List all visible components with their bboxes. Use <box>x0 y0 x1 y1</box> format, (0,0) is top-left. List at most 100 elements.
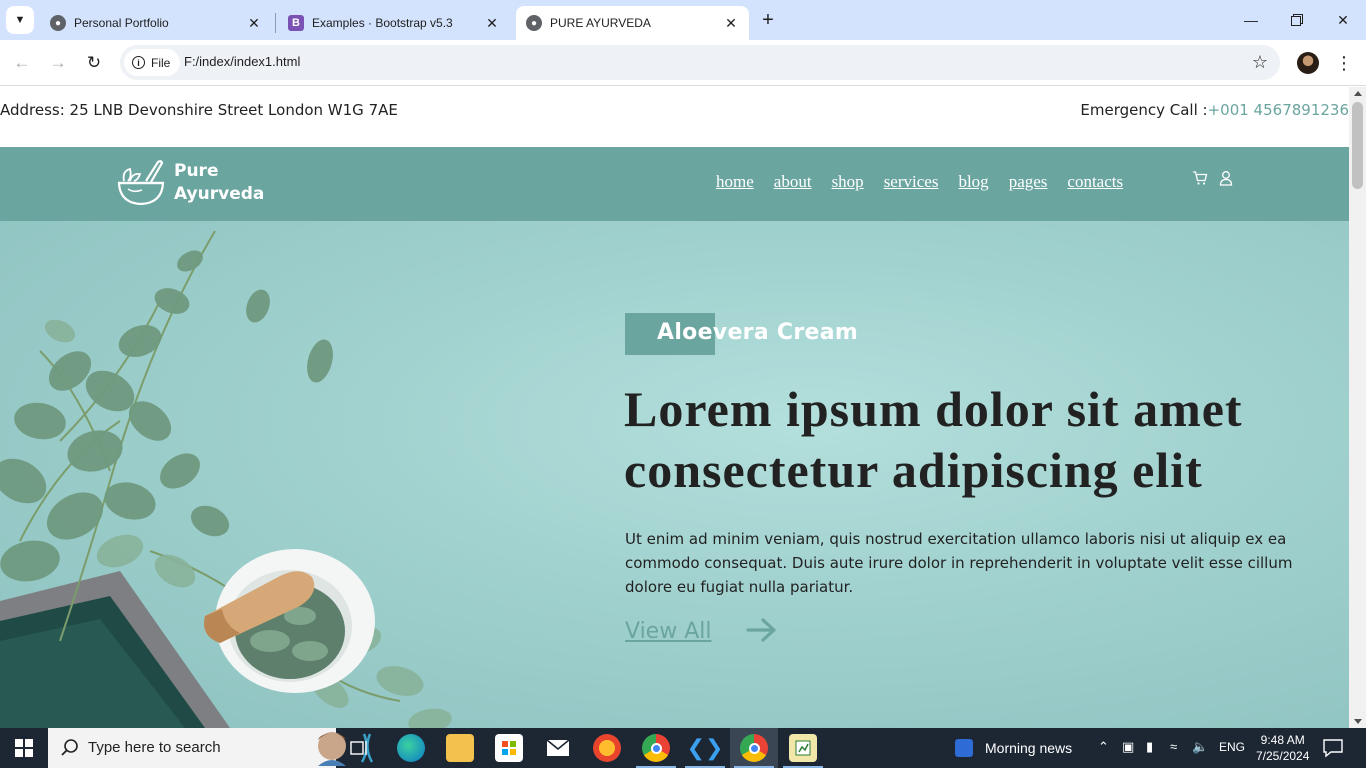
news-widget-icon[interactable] <box>955 739 973 757</box>
chrome-icon[interactable] <box>642 734 670 762</box>
tab-divider <box>275 13 276 33</box>
brand-line-2: Ayurveda <box>174 184 265 204</box>
notepad-icon[interactable] <box>789 734 817 762</box>
product-badge: Aloevera Cream <box>657 320 859 345</box>
browser-menu-icon[interactable]: ⋮ <box>1334 50 1354 76</box>
search-highlight-illustration <box>318 732 374 766</box>
nav-shop[interactable]: shop <box>832 172 864 192</box>
profile-avatar[interactable] <box>1297 52 1319 74</box>
back-button[interactable]: ← <box>8 49 36 77</box>
eucalyptus-mortar-image <box>0 230 452 728</box>
bookmark-star-icon[interactable]: ☆ <box>1252 52 1268 73</box>
system-clock[interactable]: 9:48 AM 7/25/2024 <box>1256 732 1309 764</box>
restore-icon <box>1291 14 1303 26</box>
restore-button[interactable] <box>1274 0 1320 40</box>
search-placeholder: Type here to search <box>88 739 221 756</box>
new-tab-button[interactable]: + <box>756 8 780 32</box>
battery-icon[interactable]: ▮ <box>1146 739 1153 755</box>
start-button[interactable] <box>0 728 48 768</box>
chrome-profile-icon[interactable] <box>740 734 768 762</box>
web-page: Address: 25 LNB Devonshire Street London… <box>0 87 1349 728</box>
emergency-label: Emergency Call : <box>1080 101 1208 119</box>
reload-icon: ↻ <box>86 53 102 72</box>
nav-blog[interactable]: blog <box>958 172 988 192</box>
taskbar-search-box[interactable]: Type here to search <box>48 728 374 768</box>
nav-contacts[interactable]: contacts <box>1067 172 1123 192</box>
close-icon[interactable]: ✕ <box>484 15 500 31</box>
close-icon: ✕ <box>1337 11 1349 28</box>
nav-about[interactable]: about <box>774 172 812 192</box>
nav-pages[interactable]: pages <box>1009 172 1048 192</box>
bootstrap-icon: B <box>288 15 304 31</box>
url-text[interactable]: F:/index/index1.html <box>184 54 300 69</box>
windows-taskbar: Type here to search ❮❯ Morning news ⌃ ▣ … <box>0 728 1366 768</box>
tab-pure-ayurveda[interactable]: ● PURE AYURVEDA ✕ <box>516 6 749 40</box>
minimize-icon: — <box>1244 12 1258 28</box>
nav-links: home about shop services blog pages cont… <box>716 172 1123 192</box>
cart-icon[interactable] <box>1192 169 1208 187</box>
tab-bootstrap-examples[interactable]: B Examples · Bootstrap v5.3 ✕ <box>278 6 510 40</box>
news-widget-text[interactable]: Morning news <box>985 740 1072 756</box>
tab-search-button[interactable]: ▼ <box>6 6 34 34</box>
info-icon: i <box>132 56 145 69</box>
file-explorer-icon[interactable] <box>446 734 474 762</box>
tab-title: Personal Portfolio <box>74 16 169 30</box>
site-info-chip[interactable]: i File <box>124 49 181 76</box>
hero-title: Lorem ipsum dolor sit amet consectetur a… <box>624 381 1243 498</box>
tab-title: Examples · Bootstrap v5.3 <box>312 16 453 30</box>
task-view-icon[interactable] <box>350 738 370 758</box>
tray-overflow-chevron-icon[interactable]: ⌃ <box>1098 739 1109 755</box>
tab-title: PURE AYURVEDA <box>550 16 651 30</box>
mortar-pestle-logo-icon[interactable] <box>116 159 166 207</box>
wifi-icon[interactable]: ≈ <box>1170 739 1177 754</box>
minimize-button[interactable]: — <box>1228 0 1274 40</box>
language-indicator[interactable]: ENG <box>1219 740 1245 754</box>
store-icon[interactable] <box>495 734 523 762</box>
top-info-bar: Address: 25 LNB Devonshire Street London… <box>0 87 1349 147</box>
volume-icon[interactable]: 🔈 <box>1192 739 1208 755</box>
search-icon <box>61 739 78 756</box>
brand-name[interactable]: Pure Ayurveda <box>174 160 264 206</box>
forward-button[interactable]: → <box>44 49 72 77</box>
close-icon[interactable]: ✕ <box>723 15 739 31</box>
firefox-icon[interactable] <box>593 734 621 762</box>
clock-time: 9:48 AM <box>1260 733 1305 747</box>
hero-description: Ut enim ad minim veniam, quis nostrud ex… <box>625 530 1293 596</box>
arrow-right-icon[interactable] <box>746 617 778 643</box>
scroll-up-arrow-icon[interactable] <box>1354 91 1362 96</box>
main-navbar: Pure Ayurveda home about shop services b… <box>0 147 1349 221</box>
vscode-icon[interactable]: ❮❯ <box>687 734 724 762</box>
arrow-left-icon: ← <box>13 53 31 72</box>
plus-icon: + <box>762 8 774 31</box>
globe-icon: ● <box>50 15 66 31</box>
reload-button[interactable]: ↻ <box>80 49 108 77</box>
page-scrollbar[interactable] <box>1349 87 1366 728</box>
meet-now-icon[interactable]: ▣ <box>1122 739 1134 755</box>
clock-date: 7/25/2024 <box>1256 749 1310 763</box>
close-window-button[interactable]: ✕ <box>1320 0 1366 40</box>
tab-personal-portfolio[interactable]: ● Personal Portfolio ✕ <box>40 6 272 40</box>
scroll-down-arrow-icon[interactable] <box>1354 719 1362 724</box>
arrow-right-icon: → <box>49 53 67 72</box>
view-all-link[interactable]: View All <box>625 619 711 644</box>
emergency-call: Emergency Call :+001 4567891236 <box>1080 101 1349 119</box>
site-chip-label: File <box>151 55 171 70</box>
browser-toolbar: ← → ↻ i File F:/index/index1.html ☆ <box>0 40 1366 86</box>
edge-icon[interactable] <box>397 734 425 762</box>
nav-home[interactable]: home <box>716 172 754 192</box>
nav-services[interactable]: services <box>884 172 939 192</box>
address-bar[interactable]: i File F:/index/index1.html ☆ <box>120 45 1280 80</box>
mail-icon[interactable] <box>544 734 572 762</box>
chevron-down-icon: ▼ <box>14 14 26 26</box>
scroll-thumb[interactable] <box>1352 102 1363 189</box>
user-icon[interactable] <box>1218 169 1234 187</box>
globe-icon: ● <box>526 15 542 31</box>
windows-logo-icon <box>15 739 33 757</box>
hero-banner: Aloevera Cream Lorem ipsum dolor sit ame… <box>0 221 1349 728</box>
close-icon[interactable]: ✕ <box>246 15 262 31</box>
emergency-phone[interactable]: +001 4567891236 <box>1208 101 1349 119</box>
brand-line-1: Pure <box>174 161 219 181</box>
address-text: Address: 25 LNB Devonshire Street London… <box>0 101 398 119</box>
browser-tab-strip: ▼ ● Personal Portfolio ✕ B Examples · Bo… <box>0 0 1366 40</box>
notification-icon[interactable] <box>1322 738 1344 758</box>
